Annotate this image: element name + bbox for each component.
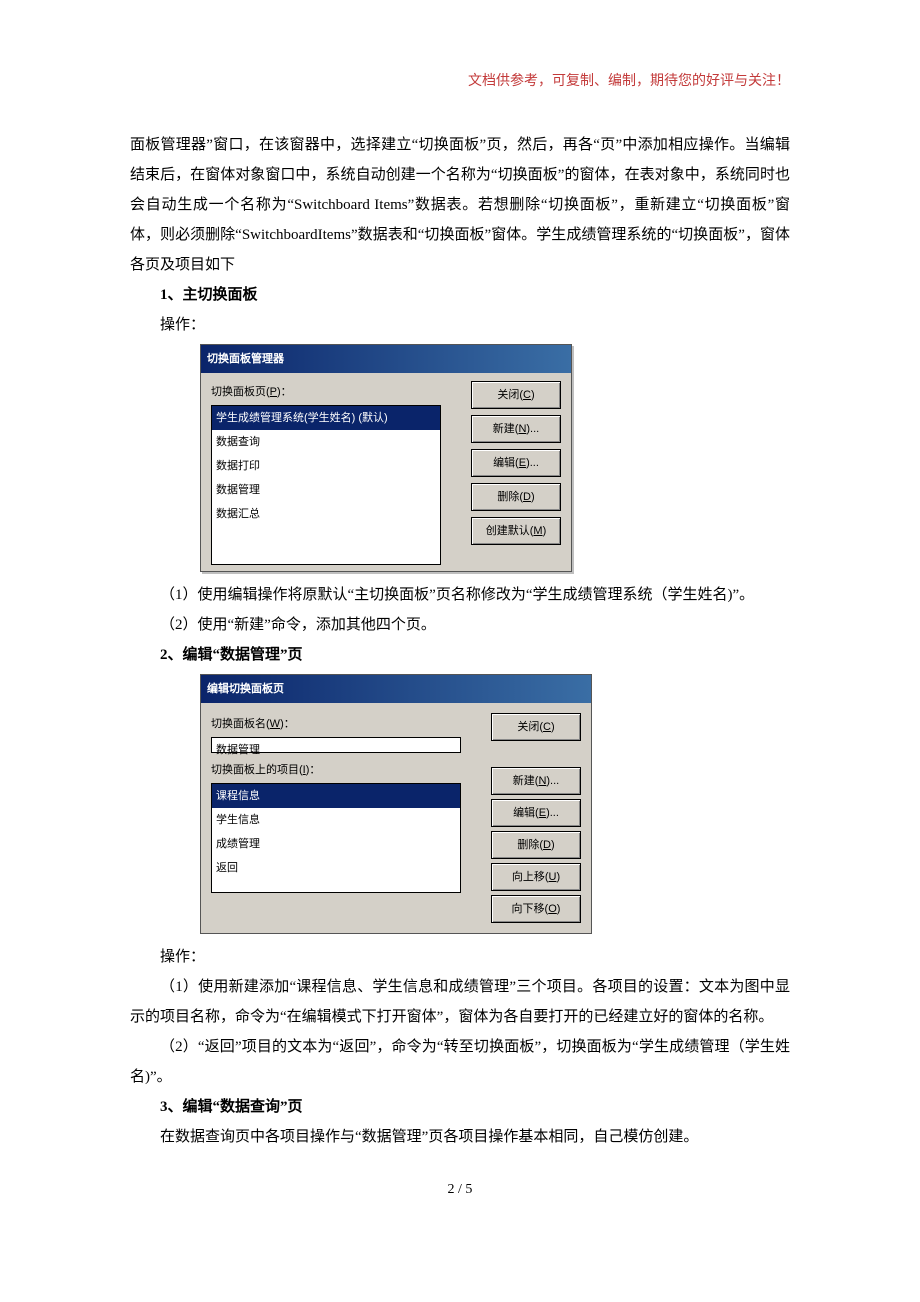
switchboard-manager-dialog: 切换面板管理器 切换面板页(P)： 学生成绩管理系统(学生姓名) (默认) 数据… (200, 344, 572, 572)
list-item[interactable]: 学生成绩管理系统(学生姓名) (默认) (212, 406, 440, 430)
page-number: 2 / 5 (130, 1182, 790, 1198)
list-item[interactable]: 课程信息 (212, 784, 460, 808)
dialog-titlebar[interactable]: 切换面板管理器 (201, 345, 571, 373)
document-page: 文档供参考，可复制、编制，期待您的好评与关注！ 面板管理器”窗口，在该窗器中，选… (0, 0, 920, 1258)
paragraph: （1）使用新建添加“课程信息、学生信息和成绩管理”三个项目。各项目的设置：文本为… (130, 972, 790, 1032)
new-button[interactable]: 新建(N)... (471, 415, 561, 443)
move-down-button[interactable]: 向下移(O) (491, 895, 581, 923)
heading-1: 1、主切换面板 (130, 280, 790, 310)
new-button[interactable]: 新建(N)... (491, 767, 581, 795)
heading-3: 3、编辑“数据查询”页 (130, 1092, 790, 1122)
dialog-titlebar[interactable]: 编辑切换面板页 (201, 675, 591, 703)
paragraph: 在数据查询页中各项目操作与“数据管理”页各项目操作基本相同，自己模仿创建。 (130, 1122, 790, 1152)
list-item[interactable]: 学生信息 (212, 808, 460, 832)
operation-label: 操作： (130, 310, 790, 340)
body-text: 面板管理器”窗口，在该窗器中，选择建立“切换面板”页，然后，再各“页”中添加相应… (130, 130, 790, 1152)
paragraph: （2）“返回”项目的文本为“返回”，命令为“转至切换面板”，切换面板为“学生成绩… (130, 1032, 790, 1092)
pages-label: 切换面板页(P)： (211, 381, 463, 403)
make-default-button[interactable]: 创建默认(M) (471, 517, 561, 545)
edit-button[interactable]: 编辑(E)... (491, 799, 581, 827)
close-button[interactable]: 关闭(C) (471, 381, 561, 409)
move-up-button[interactable]: 向上移(U) (491, 863, 581, 891)
list-item[interactable]: 数据打印 (212, 454, 440, 478)
items-listbox[interactable]: 课程信息 学生信息 成绩管理 返回 (211, 783, 461, 893)
close-button[interactable]: 关闭(C) (491, 713, 581, 741)
pages-listbox[interactable]: 学生成绩管理系统(学生姓名) (默认) 数据查询 数据打印 数据管理 数据汇总 (211, 405, 441, 565)
heading-2: 2、编辑“数据管理”页 (130, 640, 790, 670)
name-input[interactable]: 数据管理 (211, 737, 461, 753)
edit-switchboard-page-dialog: 编辑切换面板页 切换面板名(W)： 数据管理 切换面板上的项目(I)： 课程信息… (200, 674, 592, 934)
items-label: 切换面板上的项目(I)： (211, 759, 483, 781)
paragraph: （2）使用“新建”命令，添加其他四个页。 (130, 610, 790, 640)
list-item[interactable]: 成绩管理 (212, 832, 460, 856)
paragraph: 面板管理器”窗口，在该窗器中，选择建立“切换面板”页，然后，再各“页”中添加相应… (130, 130, 790, 280)
paragraph: （1）使用编辑操作将原默认“主切换面板”页名称修改为“学生成绩管理系统（学生姓名… (130, 580, 790, 610)
list-item[interactable]: 数据汇总 (212, 502, 440, 526)
edit-button[interactable]: 编辑(E)... (471, 449, 561, 477)
list-item[interactable]: 返回 (212, 856, 460, 880)
name-label: 切换面板名(W)： (211, 713, 483, 735)
list-item[interactable]: 数据管理 (212, 478, 440, 502)
delete-button[interactable]: 删除(D) (471, 483, 561, 511)
operation-label: 操作： (130, 942, 790, 972)
delete-button[interactable]: 删除(D) (491, 831, 581, 859)
list-item[interactable]: 数据查询 (212, 430, 440, 454)
header-note: 文档供参考，可复制、编制，期待您的好评与关注！ (130, 70, 790, 90)
